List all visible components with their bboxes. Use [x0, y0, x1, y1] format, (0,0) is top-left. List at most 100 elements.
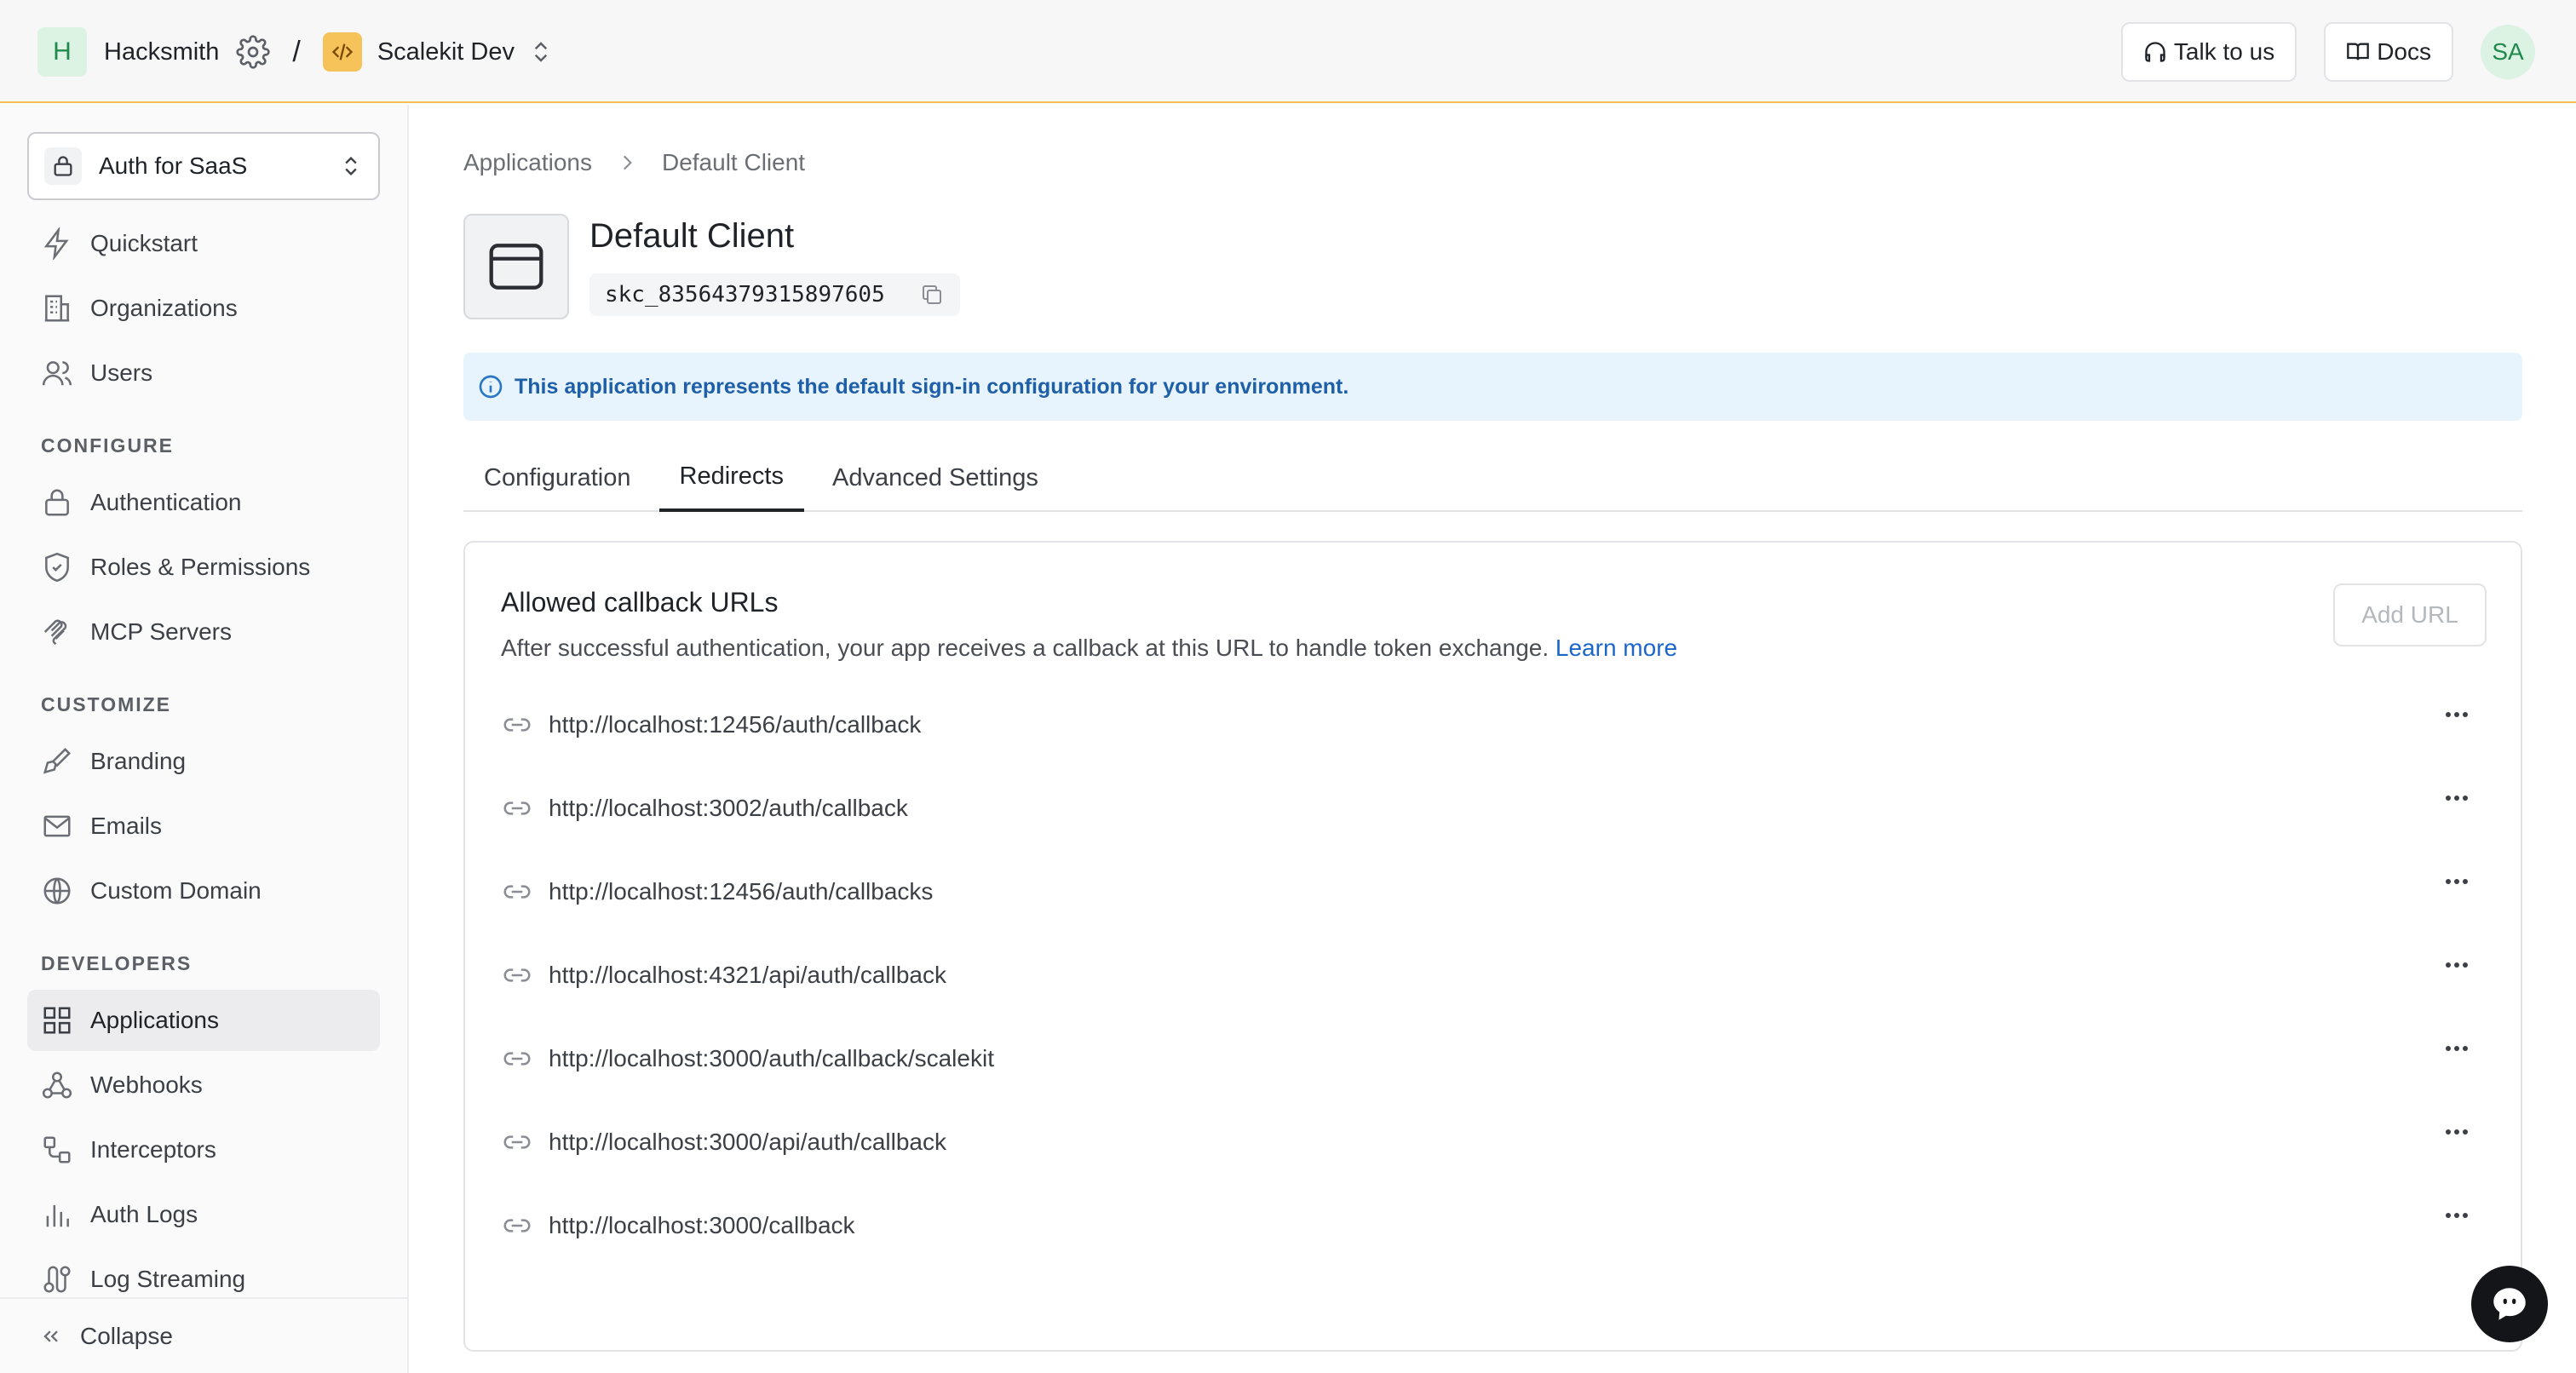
product-selector-label: Auth for SaaS [99, 152, 248, 179]
environment-name[interactable]: Scalekit Dev [377, 38, 515, 66]
sidebar-item-label: Webhooks [90, 1071, 203, 1098]
gear-icon[interactable] [236, 35, 270, 69]
application-icon [463, 214, 569, 319]
chevron-up-down-icon[interactable] [528, 39, 554, 65]
users-icon [42, 361, 72, 386]
webhook-icon [42, 1071, 72, 1099]
sidebar-item-webhooks[interactable]: Webhooks [27, 1054, 380, 1116]
learn-more-link[interactable]: Learn more [1555, 635, 1677, 661]
sidebar-item-label: Users [90, 359, 153, 386]
info-banner: This application represents the default … [463, 353, 2522, 421]
main-content: Applications Default Client Default Clie… [411, 105, 2576, 1373]
sidebar-item-quickstart[interactable]: Quickstart [27, 213, 380, 274]
sidebar-item-applications[interactable]: Applications [27, 990, 380, 1051]
callback-urls-card: Allowed callback URLs After successful a… [463, 541, 2522, 1352]
callback-url: http://localhost:12456/auth/callbacks [549, 878, 934, 905]
section-heading-configure: CONFIGURE [41, 434, 174, 457]
book-icon [2347, 43, 2370, 60]
copy-icon[interactable] [919, 282, 945, 307]
callback-url: http://localhost:4321/api/auth/callback [549, 962, 946, 988]
lock-icon [45, 489, 69, 516]
docs-label: Docs [2377, 38, 2431, 65]
link-icon [503, 885, 531, 899]
sidebar-item-label: Applications [90, 1007, 219, 1033]
sidebar-item-label: Log Streaming [90, 1266, 246, 1292]
link-icon [503, 1052, 531, 1066]
section-heading-developers: DEVELOPERS [41, 952, 193, 974]
more-options-icon[interactable] [2441, 1123, 2472, 1140]
link-icon [503, 968, 531, 982]
breadcrumb: Applications Default Client [463, 149, 805, 176]
talk-to-us-button[interactable]: Talk to us [2120, 22, 2297, 82]
tab-advanced-settings[interactable]: Advanced Settings [812, 444, 1059, 512]
sidebar-item-label: Organizations [90, 295, 238, 321]
client-id-field: skc_83564379315897605 [589, 273, 960, 316]
sidebar-item-auth-logs[interactable]: Auth Logs [27, 1184, 380, 1245]
sidebar-item-authentication[interactable]: Authentication [27, 472, 380, 533]
more-options-icon[interactable] [2441, 790, 2472, 807]
page-title: Default Client [589, 217, 795, 255]
sidebar-item-organizations[interactable]: Organizations [27, 278, 380, 339]
sidebar-item-roles-permissions[interactable]: Roles & Permissions [27, 537, 380, 598]
tab-configuration[interactable]: Configuration [463, 444, 652, 512]
more-options-icon[interactable] [2441, 957, 2472, 974]
collapse-sidebar-button[interactable]: Collapse [0, 1297, 407, 1373]
paintbrush-icon [43, 747, 72, 774]
card-description: After successful authentication, your ap… [501, 635, 1677, 662]
workspace-switcher: H Hacksmith / Scalekit Dev [37, 27, 554, 77]
callback-url: http://localhost:3002/auth/callback [549, 795, 908, 821]
link-icon [503, 718, 531, 732]
mail-icon [43, 815, 71, 837]
link-icon [503, 1219, 531, 1232]
workspace-name[interactable]: Hacksmith [104, 38, 219, 66]
sidebar-item-custom-domain[interactable]: Custom Domain [27, 860, 380, 922]
sidebar-item-interceptors[interactable]: Interceptors [27, 1119, 380, 1181]
sidebar-item-branding[interactable]: Branding [27, 731, 380, 792]
workspace-avatar[interactable]: H [37, 27, 87, 77]
link-icon [503, 801, 531, 815]
docs-button[interactable]: Docs [2324, 22, 2453, 82]
chat-widget-button[interactable] [2471, 1266, 2548, 1342]
nav-group-main: Quickstart Organizations Users [27, 213, 380, 404]
globe-icon [43, 877, 71, 905]
section-heading-customize: CUSTOMIZE [41, 693, 172, 715]
bar-chart-icon [46, 1204, 69, 1227]
product-selector[interactable]: Auth for SaaS [27, 132, 380, 200]
mcp-icon [43, 619, 67, 646]
more-options-icon[interactable] [2441, 706, 2472, 723]
tab-redirects[interactable]: Redirects [658, 444, 804, 512]
grid-icon [43, 1007, 71, 1034]
breadcrumb-applications-link[interactable]: Applications [463, 149, 592, 176]
info-banner-text: This application represents the default … [515, 374, 1349, 399]
client-id-value: skc_83564379315897605 [605, 282, 885, 307]
url-row: http://localhost:12456/auth/callbacks [501, 866, 2489, 917]
headphones-icon [2145, 42, 2165, 62]
browser-window-icon [489, 244, 543, 290]
breadcrumb-separator: / [292, 35, 301, 68]
more-options-icon[interactable] [2441, 873, 2472, 890]
chat-icon [2493, 1288, 2526, 1320]
lock-icon [44, 147, 82, 185]
interceptor-icon [43, 1136, 71, 1163]
stream-icon [43, 1266, 71, 1293]
sidebar-item-emails[interactable]: Emails [27, 796, 380, 857]
top-bar: H Hacksmith / Scalekit Dev Talk to us Do… [0, 0, 2576, 103]
code-icon [322, 32, 362, 72]
topbar-actions: Talk to us Docs SA [2094, 21, 2535, 83]
user-avatar[interactable]: SA [2481, 25, 2535, 79]
sidebar-item-label: MCP Servers [90, 618, 232, 645]
sidebar-item-mcp-servers[interactable]: MCP Servers [27, 601, 380, 663]
building-icon [44, 295, 70, 322]
sidebar: Auth for SaaS Quickstart Organizations U… [0, 105, 409, 1373]
chevron-right-icon [623, 155, 632, 170]
card-description-text: After successful authentication, your ap… [501, 635, 1550, 661]
chevron-up-down-icon [345, 157, 357, 175]
url-row: http://localhost:3000/callback [501, 1200, 2489, 1251]
sidebar-item-users[interactable]: Users [27, 342, 380, 404]
add-url-button[interactable]: Add URL [2333, 583, 2487, 646]
callback-url: http://localhost:3000/api/auth/callback [549, 1129, 946, 1155]
callback-url: http://localhost:12456/auth/callback [549, 711, 922, 738]
more-options-icon[interactable] [2441, 1207, 2472, 1224]
more-options-icon[interactable] [2441, 1040, 2472, 1057]
url-row: http://localhost:12456/auth/callback [501, 699, 2489, 750]
